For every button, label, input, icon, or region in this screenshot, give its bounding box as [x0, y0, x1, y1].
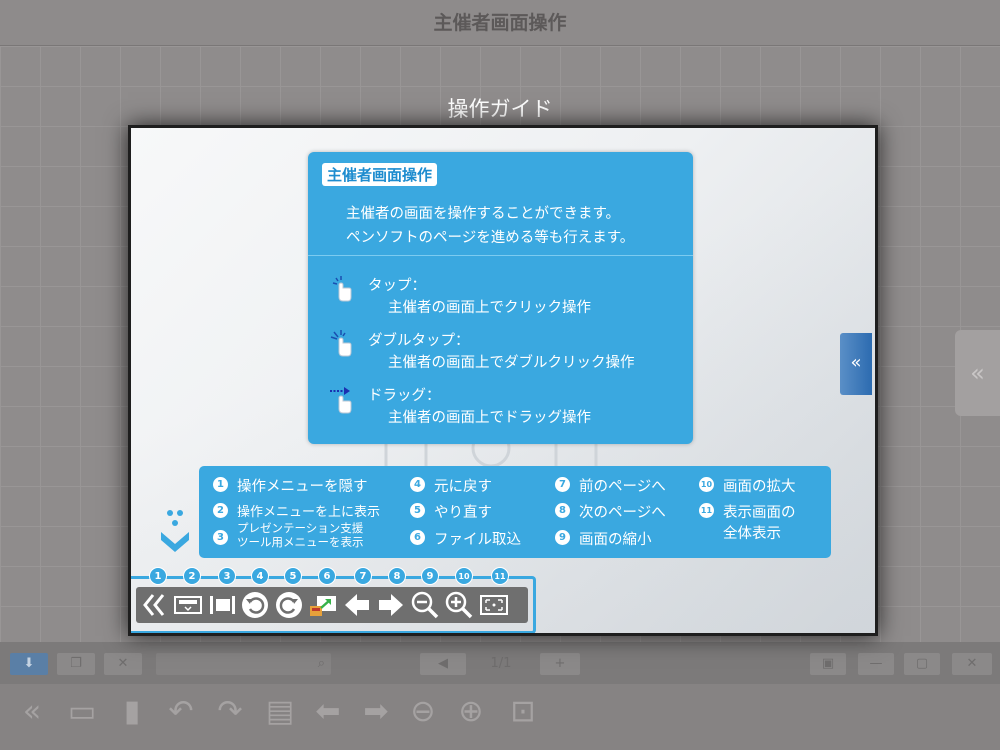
- legend-num-3: 3: [213, 530, 228, 545]
- next-page-icon[interactable]: [375, 589, 407, 621]
- background-prev-icon: ⬅: [315, 694, 341, 729]
- file-import-icon[interactable]: [307, 589, 339, 621]
- legend-label-2: 操作メニューを上に表示: [237, 505, 381, 520]
- legend-label-9: 画面の縮小: [579, 532, 652, 548]
- legend-num-8: 8: [555, 503, 570, 518]
- zoom-in-icon[interactable]: [443, 589, 475, 621]
- legend-label-3-line2: ツール用メニューを表示: [237, 535, 364, 549]
- background-file-import-icon: ▤: [265, 694, 295, 729]
- help-description-line2: ペンソフトのページを進める等も行えます。: [346, 230, 635, 246]
- background-page-indicator: 1/1: [490, 656, 512, 671]
- background-screen-button: ▣: [810, 653, 846, 675]
- toolbar-badge-5: 5: [284, 567, 302, 585]
- background-presentation-icon: ▮: [123, 694, 141, 729]
- gesture-drag-desc: 主催者の画面上でドラッグ操作: [388, 410, 591, 426]
- background-zoom-in-icon: ⊕: [458, 694, 484, 729]
- background-next-icon: ➡: [363, 694, 389, 729]
- toolbar-badge-8: 8: [388, 567, 406, 585]
- redo-icon[interactable]: [273, 589, 305, 621]
- drag-hand-icon: [330, 387, 352, 414]
- toolbar-badge-10: 10: [455, 567, 473, 585]
- background-tools-button: ✕: [104, 653, 142, 675]
- operation-toolbar: [136, 587, 528, 623]
- legend-box: 1 操作メニューを隠す 2 操作メニューを上に表示 3 プレゼンテーション支援 …: [199, 466, 831, 558]
- background-pin-button: ⬇: [10, 653, 48, 675]
- legend-num-6: 6: [410, 530, 425, 545]
- background-search-field: ⌕: [156, 653, 331, 675]
- background-redo-icon: ↷: [217, 694, 243, 729]
- fit-screen-icon[interactable]: [478, 589, 510, 621]
- toolbar-badge-6: 6: [318, 567, 336, 585]
- gesture-drag-name: ドラッグ：: [368, 388, 441, 404]
- help-description-line1: 主催者の画面を操作することができます。: [346, 206, 621, 222]
- gesture-double-tap-desc: 主催者の画面上でダブルクリック操作: [388, 355, 635, 371]
- legend-num-10: 10: [699, 477, 714, 492]
- double-tap-hand-icon: [330, 330, 352, 357]
- toolbar-badge-1: 1: [149, 567, 167, 585]
- help-divider: [308, 255, 693, 256]
- arrow-down-hint-icon: [161, 510, 189, 552]
- tap-hand-icon: [332, 276, 352, 302]
- background-menu-top-icon: ▭: [67, 694, 97, 729]
- legend-label-8: 次のページへ: [579, 505, 666, 521]
- guide-card: 主催者画面操作 主催者の画面を操作することができます。 ペンソフトのページを進め…: [128, 125, 878, 636]
- legend-label-11-line1: 表示画面の: [723, 505, 796, 521]
- legend-label-6: ファイル取込: [434, 532, 521, 548]
- legend-label-1: 操作メニューを隠す: [237, 479, 368, 495]
- expand-tab-button[interactable]: «: [840, 333, 872, 395]
- legend-label-3-line1: プレゼンテーション支援: [237, 521, 364, 535]
- background-add-button: +: [540, 653, 580, 675]
- toolbar-badge-2: 2: [183, 567, 201, 585]
- toolbar-badge-4: 4: [251, 567, 269, 585]
- toolbar-badge-3: 3: [218, 567, 236, 585]
- toolbar-badge-11: 11: [491, 567, 509, 585]
- undo-icon[interactable]: [239, 589, 271, 621]
- prev-page-icon[interactable]: [341, 589, 373, 621]
- legend-num-4: 4: [410, 477, 425, 492]
- background-fit-icon: ⊡: [510, 694, 536, 729]
- background-collapse-icon: «: [22, 694, 42, 729]
- background-restore-button: ▢: [904, 653, 940, 675]
- background-prev-button: ◀: [420, 653, 466, 675]
- background-zoom-out-icon: ⊖: [410, 694, 436, 729]
- background-minimize-button: —: [858, 653, 894, 675]
- background-operation-menu: [0, 684, 1000, 750]
- guide-title: 操作ガイド: [447, 97, 553, 121]
- app-title: 主催者画面操作: [433, 12, 567, 34]
- help-box-title: 主催者画面操作: [322, 163, 438, 186]
- background-close-button: ✕: [952, 653, 992, 675]
- toolbar-badge-7: 7: [354, 567, 372, 585]
- gesture-tap-desc: 主催者の画面上でクリック操作: [388, 300, 591, 316]
- legend-num-5: 5: [410, 503, 425, 518]
- gesture-tap-name: タップ：: [368, 278, 426, 294]
- presentation-menu-icon[interactable]: [206, 589, 238, 621]
- gesture-double-tap-name: ダブルタップ：: [368, 333, 470, 349]
- menu-top-icon[interactable]: [172, 589, 204, 621]
- legend-num-11: 11: [699, 503, 714, 518]
- zoom-out-icon[interactable]: [409, 589, 441, 621]
- legend-label-4: 元に戻す: [434, 479, 492, 495]
- background-copy-button: ❐: [57, 653, 95, 675]
- legend-num-1: 1: [213, 477, 228, 492]
- background-expand-tab: «: [955, 330, 1000, 416]
- collapse-menu-icon[interactable]: [138, 589, 170, 621]
- legend-num-7: 7: [555, 477, 570, 492]
- legend-label-11-line2: 全体表示: [723, 526, 781, 542]
- help-box: 主催者画面操作 主催者の画面を操作することができます。 ペンソフトのページを進め…: [308, 152, 693, 444]
- legend-num-9: 9: [555, 530, 570, 545]
- legend-num-2: 2: [213, 503, 228, 518]
- legend-label-7: 前のページへ: [579, 479, 666, 495]
- background-undo-icon: ↶: [168, 694, 194, 729]
- legend-label-5: やり直す: [434, 505, 492, 521]
- toolbar-badge-9: 9: [421, 567, 439, 585]
- legend-label-10: 画面の拡大: [723, 479, 796, 495]
